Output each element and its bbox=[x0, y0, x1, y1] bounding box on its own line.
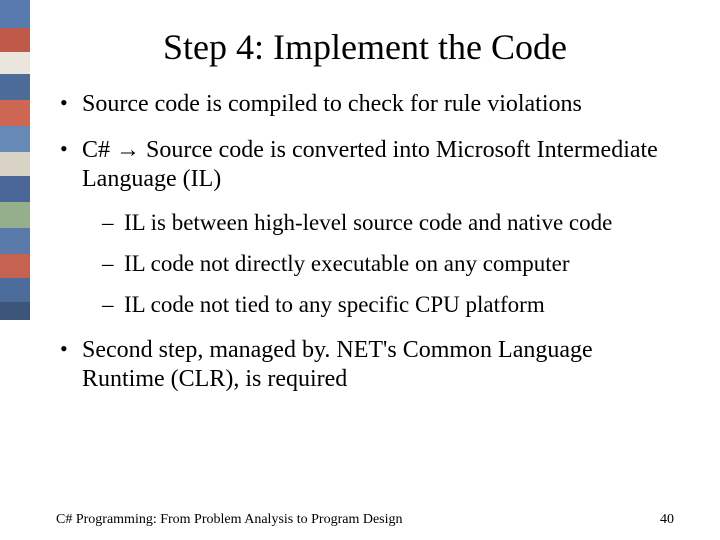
bullet-item: Second step, managed by. NET's Common La… bbox=[56, 336, 674, 393]
bullet-list: Source code is compiled to check for rul… bbox=[56, 90, 674, 393]
slide-footer: C# Programming: From Problem Analysis to… bbox=[0, 512, 720, 528]
footer-source: C# Programming: From Problem Analysis to… bbox=[56, 512, 403, 528]
bullet-text: Second step, managed by. NET's Common La… bbox=[82, 337, 593, 391]
sub-bullet-list: IL is between high-level source code and… bbox=[102, 209, 674, 318]
sub-bullet-text: IL is between high-level source code and… bbox=[124, 210, 612, 235]
sub-bullet-text: IL code not tied to any specific CPU pla… bbox=[124, 292, 545, 317]
slide-container: Step 4: Implement the Code Source code i… bbox=[0, 0, 720, 540]
sub-bullet-item: IL is between high-level source code and… bbox=[102, 209, 674, 236]
sub-bullet-item: IL code not directly executable on any c… bbox=[102, 250, 674, 277]
bullet-text: C# → Source code is converted into Micro… bbox=[82, 137, 658, 191]
slide-title: Step 4: Implement the Code bbox=[56, 26, 674, 68]
bullet-item: Source code is compiled to check for rul… bbox=[56, 90, 674, 118]
sub-bullet-text: IL code not directly executable on any c… bbox=[124, 251, 570, 276]
footer-page-number: 40 bbox=[660, 512, 674, 528]
bullet-item: C# → Source code is converted into Micro… bbox=[56, 136, 674, 318]
bullet-text: Source code is compiled to check for rul… bbox=[82, 91, 582, 117]
sub-bullet-item: IL code not tied to any specific CPU pla… bbox=[102, 291, 674, 318]
